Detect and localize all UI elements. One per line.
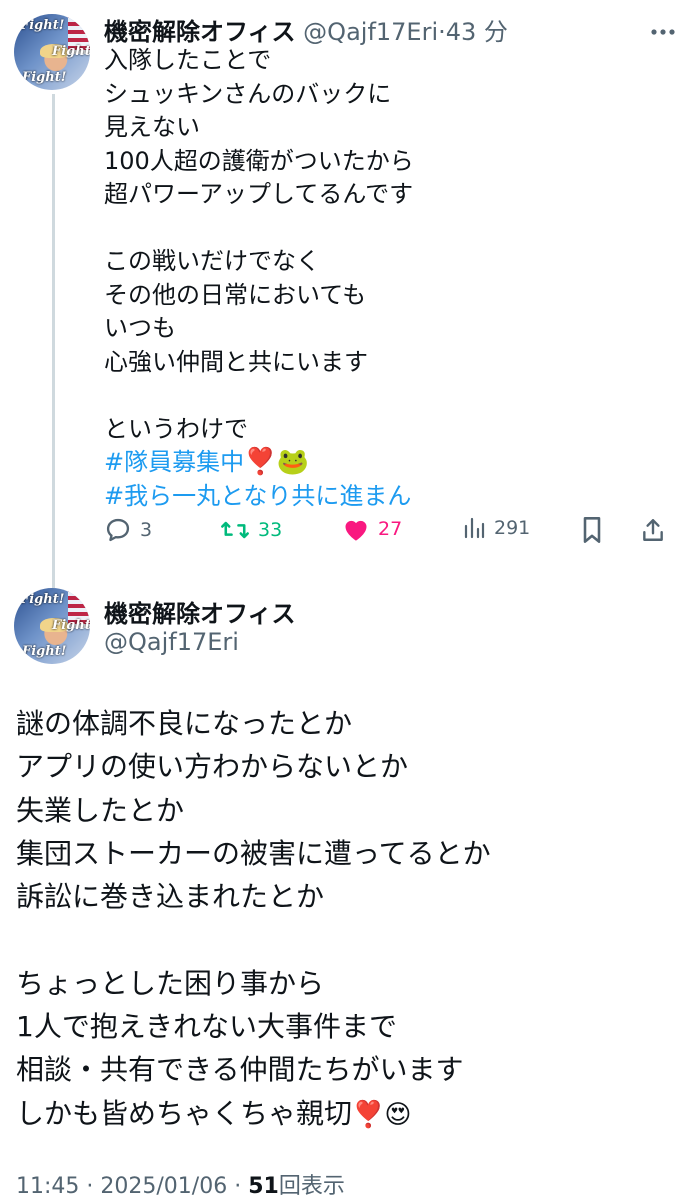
reply-button[interactable]: 3 [104,516,152,544]
tweet-text: 謎の体調不良になったとか アプリの使い方わからないとか 失業したとか 集団ストー… [16,702,666,1137]
tweet-header: 機密解除オフィス @Qajf17Eri·43 分 [104,12,508,47]
heart-icon [342,516,370,542]
separator: · [438,18,446,46]
display-name[interactable]: 機密解除オフィス [104,18,296,46]
post-time[interactable]: 11:45 [16,1174,79,1199]
user-handle[interactable]: @Qajf17Eri [303,18,438,46]
avatar-caption: Fight! [52,44,90,59]
views-label: 回表示 [278,1174,345,1199]
like-count: 27 [378,518,403,540]
tweet-action-bar: 3 33 27 291 [104,516,670,550]
bookmark-button[interactable] [580,516,604,544]
avatar-caption: Fight! [22,70,67,85]
separator: · [86,1174,94,1199]
retweet-count: 33 [258,519,283,541]
avatar-caption: Fight! [52,618,90,633]
share-icon [640,516,666,544]
timestamp[interactable]: 43 分 [446,18,508,46]
avatar-caption: Fight! [20,18,65,33]
retweet-button[interactable]: 33 [220,516,282,544]
avatar-caption: Fight! [20,592,65,607]
display-name[interactable]: 機密解除オフィス [104,594,296,629]
avatar[interactable]: Fight! Fight! Fight! [14,588,90,664]
emoji: ❣️😍 [352,1099,412,1130]
thread-connector-line [52,94,55,588]
tweet-body: 謎の体調不良になったとか アプリの使い方わからないとか 失業したとか 集団ストー… [16,707,491,1130]
views-count: 291 [494,517,531,539]
views-button[interactable]: 291 [462,516,530,540]
share-button[interactable] [640,516,666,544]
bookmark-icon [580,516,604,544]
more-options-icon[interactable] [650,14,676,42]
retweet-icon [220,516,250,544]
views-count: 51 [248,1174,279,1199]
tweet-body: 入隊したことで シュッキンさんのバックに 見えない 100人超の護衛がついたから… [104,46,414,443]
post-date[interactable]: 2025/01/06 [100,1174,227,1199]
separator: · [234,1174,242,1199]
tweet-meta: 11:45 · 2025/01/06 · 51回表示 [16,1168,345,1200]
tweet-text: 入隊したことで シュッキンさんのバックに 見えない 100人超の護衛がついたから… [104,44,664,513]
analytics-icon [462,516,486,540]
like-button[interactable]: 27 [342,516,402,542]
avatar[interactable]: Fight! Fight! Fight! [14,14,90,90]
user-handle[interactable]: @Qajf17Eri [104,628,239,656]
hashtag-link[interactable]: #我ら一丸となり共に進まん [104,482,411,510]
reply-count: 3 [140,519,153,541]
reply-icon [104,516,132,544]
emoji: ❣️🐸 [244,447,309,477]
hashtag-link[interactable]: #隊員募集中 [104,448,244,476]
avatar-caption: Fight! [22,644,67,659]
